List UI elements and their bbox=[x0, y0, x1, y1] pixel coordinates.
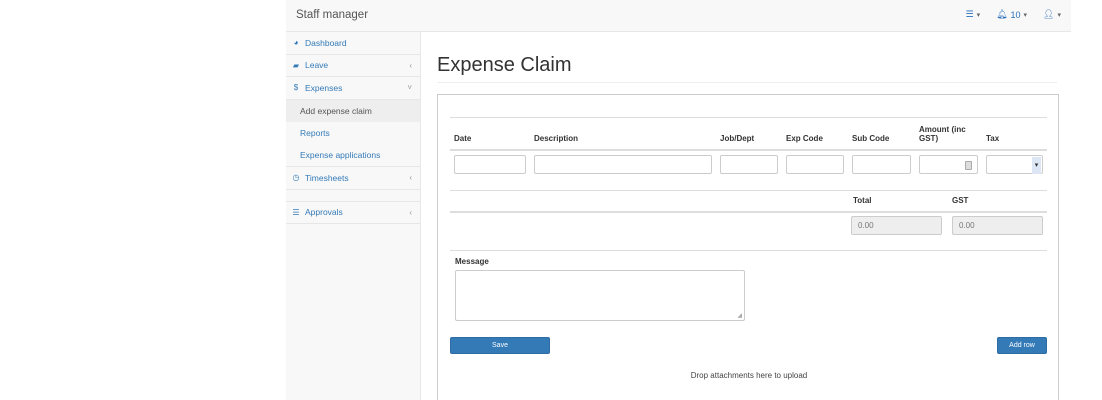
sidebar: ◕ Dashboard ▰ Leave ‹ $ Expenses ˅ Add e… bbox=[286, 32, 421, 400]
job-dept-input[interactable] bbox=[720, 154, 778, 174]
clock-icon: ◷ bbox=[292, 173, 300, 183]
gst-label: GST bbox=[952, 196, 969, 205]
top-navbar: Staff manager ☰ ▾ 🔔︎ 10 ▾ 👤︎ ▾ bbox=[286, 0, 1071, 32]
list-icon: ☰ bbox=[292, 207, 300, 217]
exp-code-input[interactable] bbox=[786, 154, 844, 174]
total-label: Total bbox=[853, 196, 872, 205]
list-icon: ☰ bbox=[965, 9, 974, 19]
app-brand[interactable]: Staff manager bbox=[296, 9, 368, 21]
tax-select[interactable]: ▾ bbox=[986, 154, 1043, 174]
divider bbox=[450, 250, 1047, 251]
dollar-icon: $ bbox=[293, 83, 299, 93]
save-button[interactable]: Save bbox=[450, 337, 550, 354]
column-header-date: Date bbox=[450, 117, 530, 151]
chevron-down-icon: ˅ bbox=[407, 83, 412, 93]
column-header-tax: Tax bbox=[982, 117, 1047, 151]
gst-value: 0.00 bbox=[952, 216, 1043, 235]
navbar-actions: ☰ ▾ 🔔︎ 10 ▾ 👤︎ ▾ bbox=[965, 9, 1061, 20]
sidebar-subitem-reports[interactable]: Reports bbox=[286, 122, 420, 145]
message-textarea[interactable]: ◢ bbox=[455, 270, 745, 321]
messages-menu[interactable]: ☰ ▾ bbox=[965, 9, 980, 20]
title-divider bbox=[437, 82, 1057, 83]
resize-grip-icon[interactable]: ◢ bbox=[737, 312, 742, 319]
amount-input[interactable] bbox=[919, 154, 978, 174]
caret-down-icon: ▾ bbox=[1023, 11, 1028, 19]
expense-form-panel: Date Description Job/Dept Exp Code Sub C… bbox=[437, 94, 1059, 400]
date-input[interactable] bbox=[454, 154, 526, 174]
column-header-description: Description bbox=[530, 117, 716, 151]
column-header-exp-code: Exp Code bbox=[782, 117, 848, 151]
sidebar-item-approvals[interactable]: ☰ Approvals ‹ bbox=[286, 202, 420, 224]
expense-table: Date Description Job/Dept Exp Code Sub C… bbox=[450, 117, 1047, 178]
sidebar-item-label: Expenses bbox=[305, 82, 343, 93]
chevron-left-icon: ‹ bbox=[409, 207, 412, 217]
table-row: ▾ bbox=[450, 150, 1047, 178]
chevron-left-icon: ‹ bbox=[409, 173, 412, 183]
message-label: Message bbox=[455, 257, 489, 266]
sidebar-subitem-expense-applications[interactable]: Expense applications bbox=[286, 145, 420, 167]
divider bbox=[450, 211, 1047, 213]
page-title: Expense Claim bbox=[437, 54, 572, 76]
column-header-amount: Amount (inc GST) bbox=[915, 117, 982, 151]
sidebar-item-label: Approvals bbox=[305, 207, 343, 218]
attachment-dropzone[interactable]: Drop attachments here to upload bbox=[438, 371, 1060, 380]
spinner-icon[interactable] bbox=[965, 160, 972, 170]
notifications-menu[interactable]: 🔔︎ 10 ▾ bbox=[996, 9, 1027, 20]
caret-down-icon: ▾ bbox=[976, 11, 981, 19]
description-input[interactable] bbox=[534, 154, 712, 174]
user-icon: 👤︎ bbox=[1043, 9, 1055, 19]
sidebar-item-label: Leave bbox=[305, 60, 329, 71]
sidebar-item-label: Dashboard bbox=[305, 37, 347, 48]
total-value: 0.00 bbox=[851, 216, 942, 235]
bell-icon: 🔔︎ bbox=[996, 9, 1008, 19]
sidebar-item-expenses[interactable]: $ Expenses ˅ bbox=[286, 77, 420, 100]
column-header-sub-code: Sub Code bbox=[848, 117, 915, 151]
chevron-down-icon: ▾ bbox=[1032, 156, 1041, 174]
sidebar-spacer bbox=[286, 190, 420, 202]
notifications-count: 10 bbox=[1010, 9, 1021, 20]
sidebar-item-label: Timesheets bbox=[305, 172, 349, 183]
briefcase-icon: ▰ bbox=[292, 60, 300, 70]
sidebar-item-timesheets[interactable]: ◷ Timesheets ‹ bbox=[286, 167, 420, 190]
add-row-button[interactable]: Add row bbox=[997, 337, 1047, 354]
caret-down-icon: ▾ bbox=[1057, 11, 1061, 19]
sidebar-subitem-add-expense-claim[interactable]: Add expense claim bbox=[286, 99, 420, 122]
sidebar-item-leave[interactable]: ▰ Leave ‹ bbox=[286, 55, 420, 77]
chevron-left-icon: ‹ bbox=[409, 60, 412, 70]
column-header-job-dept: Job/Dept bbox=[716, 117, 782, 151]
dashboard-icon: ◕ bbox=[293, 38, 299, 48]
sidebar-item-dashboard[interactable]: ◕ Dashboard bbox=[286, 32, 420, 55]
user-menu[interactable]: 👤︎ ▾ bbox=[1043, 9, 1061, 20]
table-header-row: Date Description Job/Dept Exp Code Sub C… bbox=[450, 117, 1047, 151]
sub-code-input[interactable] bbox=[852, 154, 911, 174]
divider bbox=[450, 190, 1047, 191]
